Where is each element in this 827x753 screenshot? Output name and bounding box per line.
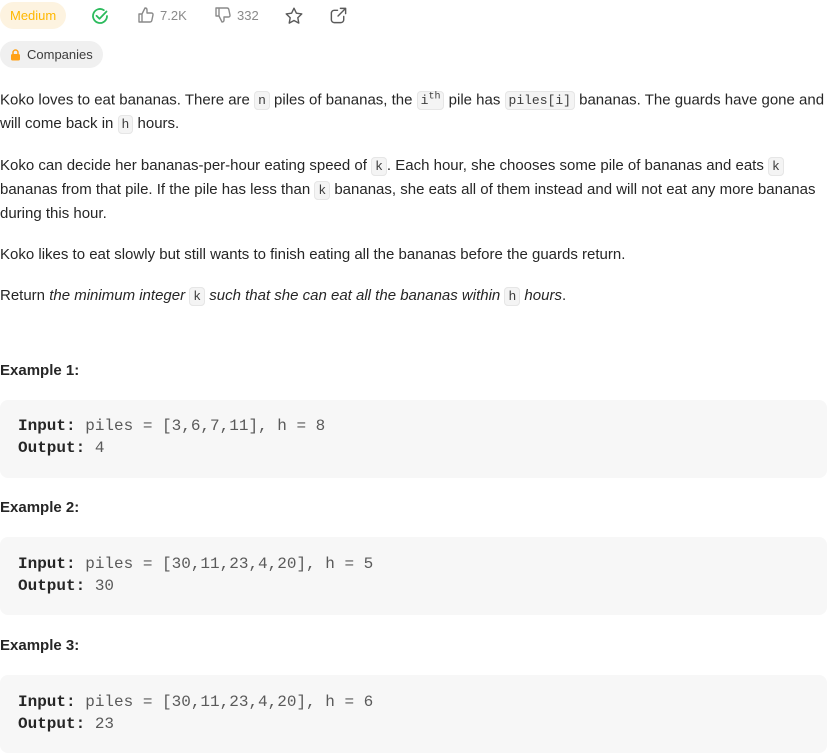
- share-icon[interactable]: [329, 6, 348, 30]
- thumbs-up-icon: [138, 7, 154, 23]
- output-value: 30: [85, 577, 115, 595]
- inline-code-k: k: [371, 157, 387, 177]
- description-paragraph-1: Koko loves to eat bananas. There are n p…: [0, 86, 827, 136]
- inline-code-k: k: [768, 157, 784, 177]
- text: .: [561, 287, 567, 305]
- problem-toolbar: Medium 7.2K 332: [0, 0, 827, 32]
- output-label: Output:: [18, 577, 86, 595]
- example-output-line: Output: 23: [18, 715, 114, 733]
- input-label: Input:: [18, 555, 76, 573]
- difficulty-badge: Medium: [0, 2, 67, 29]
- example-input-line: Input: piles = [30,11,23,4,20], h = 5: [18, 555, 373, 573]
- emphasis: hours: [520, 287, 562, 305]
- example-input-line: Input: piles = [30,11,23,4,20], h = 6: [18, 693, 373, 711]
- text: bananas from that pile. If the pile has …: [0, 181, 315, 199]
- example-1-block: Input: piles = [3,6,7,11], h = 8 Output:…: [0, 400, 827, 478]
- inline-code-h: h: [117, 115, 134, 135]
- input-label: Input:: [18, 693, 76, 711]
- example-2-block: Input: piles = [30,11,23,4,20], h = 5 Ou…: [0, 537, 827, 615]
- solved-check-icon: [90, 6, 110, 31]
- example-3-title: Example 3:: [0, 637, 80, 654]
- output-value: 4: [85, 439, 105, 457]
- problem-description: Koko loves to eat bananas. There are n p…: [0, 86, 827, 326]
- description-paragraph-4: Return the minimum integer k such that s…: [0, 284, 827, 308]
- like-button[interactable]: 7.2K: [137, 6, 187, 24]
- text: pile has: [444, 91, 505, 109]
- input-value: piles = [3,6,7,11], h = 8: [75, 417, 326, 435]
- text: Koko loves to eat bananas. There are: [0, 91, 255, 109]
- like-count: 7.2K: [160, 7, 187, 23]
- output-label: Output:: [18, 715, 86, 733]
- companies-label: Companies: [27, 47, 93, 62]
- emphasis: such that she can eat all the bananas wi…: [205, 287, 505, 305]
- inline-code-k: k: [189, 287, 206, 307]
- dislike-button[interactable]: 332: [214, 6, 259, 24]
- text: . Each hour, she chooses some pile of ba…: [386, 157, 768, 175]
- output-label: Output:: [18, 439, 86, 457]
- emphasis: the minimum integer: [49, 287, 190, 305]
- description-paragraph-3: Koko likes to eat slowly but still wants…: [0, 246, 626, 264]
- example-output-line: Output: 4: [18, 439, 104, 457]
- description-paragraph-2: Koko can decide her bananas-per-hour eat…: [0, 154, 827, 225]
- example-output-line: Output: 30: [18, 577, 114, 595]
- input-value: piles = [30,11,23,4,20], h = 5: [75, 555, 374, 573]
- output-value: 23: [85, 715, 115, 733]
- inline-code-k: k: [314, 181, 331, 201]
- text: hours.: [133, 115, 180, 133]
- example-input-line: Input: piles = [3,6,7,11], h = 8: [18, 417, 325, 435]
- dislike-count: 332: [237, 7, 259, 23]
- text: piles of bananas, the: [269, 91, 417, 109]
- favorite-star-icon[interactable]: [284, 6, 304, 31]
- text: Return: [0, 287, 50, 305]
- inline-code-n: n: [254, 91, 270, 111]
- input-value: piles = [30,11,23,4,20], h = 6: [75, 693, 374, 711]
- lock-icon: [11, 48, 20, 60]
- input-label: Input:: [18, 417, 76, 435]
- companies-tag[interactable]: Companies: [0, 41, 103, 68]
- inline-code-h: h: [504, 287, 521, 307]
- inline-code-piles: piles[i]: [504, 91, 575, 111]
- inline-code-ith: ith: [416, 91, 445, 111]
- example-2-title: Example 2:: [0, 499, 80, 516]
- example-3-block: Input: piles = [30,11,23,4,20], h = 6 Ou…: [0, 675, 827, 753]
- thumbs-down-icon: [215, 7, 231, 23]
- text: Koko can decide her bananas-per-hour eat…: [0, 157, 372, 175]
- example-1-title: Example 1:: [0, 362, 80, 379]
- code-superscript: th: [428, 92, 441, 103]
